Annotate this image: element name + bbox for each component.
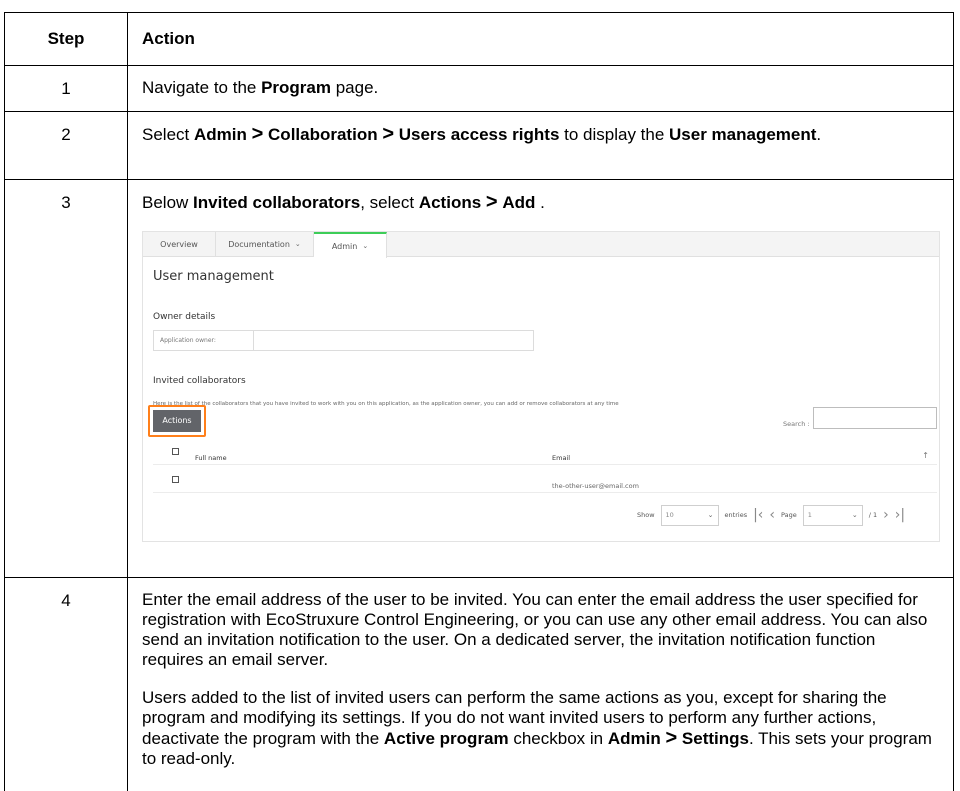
menu-separator: > xyxy=(251,123,264,145)
select-all-checkbox[interactable] xyxy=(172,448,179,455)
chevron-down-icon: ⌄ xyxy=(707,511,714,519)
page-select[interactable]: 1 ⌄ xyxy=(802,504,863,526)
action-text: . xyxy=(535,193,545,212)
column-email[interactable]: Email xyxy=(552,448,570,468)
show-label: Show xyxy=(637,511,655,519)
steps-table: Step Action 1 Navigate to the Program pa… xyxy=(4,12,954,791)
ui-term: Admin xyxy=(607,729,661,748)
step-action: Select Admin > Collaboration > Users acc… xyxy=(127,111,954,180)
action-text: Select xyxy=(142,125,194,144)
action-text: checkbox in xyxy=(508,729,608,748)
entries-label: entries xyxy=(724,511,748,519)
owner-details-heading: Owner details xyxy=(153,312,216,322)
action-text: Below xyxy=(142,193,194,212)
application-owner-field: Application owner: xyxy=(153,330,534,351)
step-number: 2 xyxy=(4,111,128,180)
pagination: Show 10 ⌄ entries |‹ ‹ Page 1 ⌄ / 1 › ›| xyxy=(637,503,905,527)
action-text: Navigate to the xyxy=(142,78,262,97)
header-step: Step xyxy=(4,12,128,66)
last-page-icon[interactable]: ›| xyxy=(895,505,905,525)
step-row-1: 1 Navigate to the Program page. xyxy=(4,65,954,112)
ui-term: Settings xyxy=(681,729,749,748)
page-title: User management xyxy=(153,269,274,284)
menu-separator: > xyxy=(485,191,498,213)
step-action: Enter the email address of the user to b… xyxy=(127,577,954,791)
step-number: 3 xyxy=(4,179,128,578)
invited-collaborators-description: Here is the list of the collaborators th… xyxy=(153,401,619,407)
ui-term: Collaboration xyxy=(268,125,378,144)
step-number: 4 xyxy=(4,577,128,791)
step-action: Below Invited collaborators, select Acti… xyxy=(127,179,954,578)
action-text: , select xyxy=(360,193,419,212)
actions-highlight: Actions xyxy=(148,405,206,437)
tab-admin[interactable]: Admin ⌄ xyxy=(314,232,387,258)
header-action: Action xyxy=(127,12,954,66)
ui-term: Users access rights xyxy=(398,125,560,144)
paragraph: Enter the email address of the user to b… xyxy=(142,590,928,669)
column-full-name[interactable]: Full name xyxy=(195,448,227,468)
step-number: 1 xyxy=(4,65,128,112)
user-management-screenshot: Overview Documentation ⌄ Admin ⌄ User mana… xyxy=(142,231,940,542)
sort-arrow-icon[interactable]: ↑ xyxy=(922,446,929,466)
ui-term: Add xyxy=(502,193,536,212)
entries-select[interactable]: 10 ⌄ xyxy=(660,504,719,526)
ui-term: Program xyxy=(261,78,331,97)
search-label: Search : xyxy=(783,420,810,428)
first-page-icon[interactable]: |‹ xyxy=(753,505,763,525)
ui-term: User management xyxy=(669,125,817,144)
tab-overview[interactable]: Overview xyxy=(143,232,216,256)
step-row-3: 3 Below Invited collaborators, select Ac… xyxy=(4,179,954,578)
action-text: page. xyxy=(331,78,379,97)
search-input[interactable] xyxy=(813,407,937,429)
table-header-row: Full name Email ↑ xyxy=(153,439,937,465)
ui-term: Invited collaborators xyxy=(193,193,361,212)
table-row: the-other-user@email.com xyxy=(153,467,937,493)
action-text: to display the xyxy=(559,125,670,144)
tab-label: Documentation xyxy=(228,239,290,249)
actions-button[interactable]: Actions xyxy=(153,410,201,432)
paragraph: Users added to the list of invited users… xyxy=(142,688,939,769)
cell-email: the-other-user@email.com xyxy=(552,482,639,490)
chevron-down-icon: ⌄ xyxy=(362,241,369,250)
step-row-4: 4 Enter the email address of the user to… xyxy=(4,577,954,791)
entries-value: 10 xyxy=(665,511,674,519)
application-owner-label: Application owner: xyxy=(154,331,254,350)
tab-bar: Overview Documentation ⌄ Admin ⌄ xyxy=(143,232,939,258)
chevron-down-icon: ⌄ xyxy=(851,511,858,519)
step-action: Navigate to the Program page. xyxy=(127,65,954,112)
ui-term: Actions xyxy=(418,193,482,212)
tab-label: Admin xyxy=(331,241,358,251)
ui-term: Active program xyxy=(383,729,509,748)
next-page-icon[interactable]: › xyxy=(883,505,889,525)
ui-term: Admin xyxy=(193,125,247,144)
invited-collaborators-heading: Invited collaborators xyxy=(153,376,246,386)
action-text: . xyxy=(816,125,822,144)
page-total: / 1 xyxy=(868,511,878,519)
step-row-2: 2 Select Admin > Collaboration > Users a… xyxy=(4,111,954,180)
tab-documentation[interactable]: Documentation ⌄ xyxy=(216,232,314,256)
page-label: Page xyxy=(781,511,797,519)
chevron-down-icon: ⌄ xyxy=(294,239,301,248)
page-value: 1 xyxy=(807,511,812,519)
prev-page-icon[interactable]: ‹ xyxy=(769,505,775,525)
menu-separator: > xyxy=(382,123,395,145)
row-checkbox[interactable] xyxy=(172,476,179,483)
tab-label: Overview xyxy=(160,239,198,249)
menu-separator: > xyxy=(665,727,678,749)
